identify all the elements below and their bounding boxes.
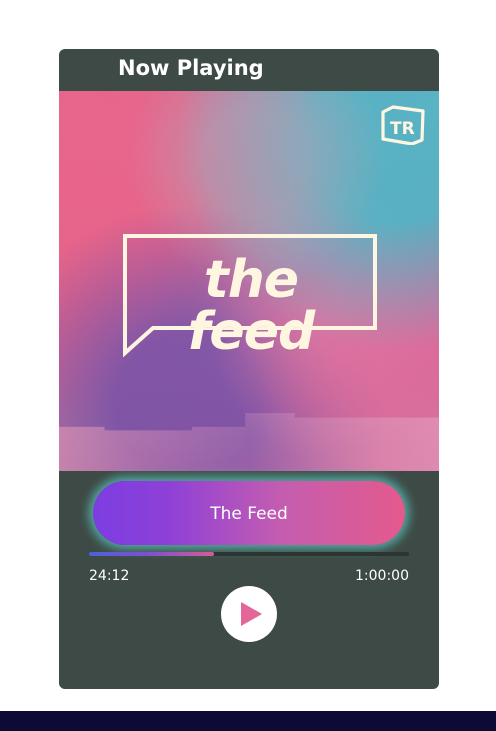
now-playing-panel: Now Playing TR the feed The Feed 24:12 1… [59,49,439,689]
elapsed-time: 24:12 [89,568,130,584]
page: Now Playing TR the feed The Feed 24:12 1… [0,0,496,731]
page-title: Now Playing [118,56,264,80]
duration-time: 1:00:00 [355,568,409,584]
artwork-show-title: the feed [187,250,315,362]
progress-fill [89,552,214,556]
play-icon [241,602,262,626]
tr-logo-icon: TR [381,105,425,145]
tr-logo-text: TR [390,119,415,139]
track-title-button[interactable]: The Feed [93,481,405,545]
album-artwork: TR the feed [59,91,439,471]
play-button[interactable] [221,586,277,642]
progress-bar[interactable] [89,552,409,556]
footer-bar [0,711,496,731]
